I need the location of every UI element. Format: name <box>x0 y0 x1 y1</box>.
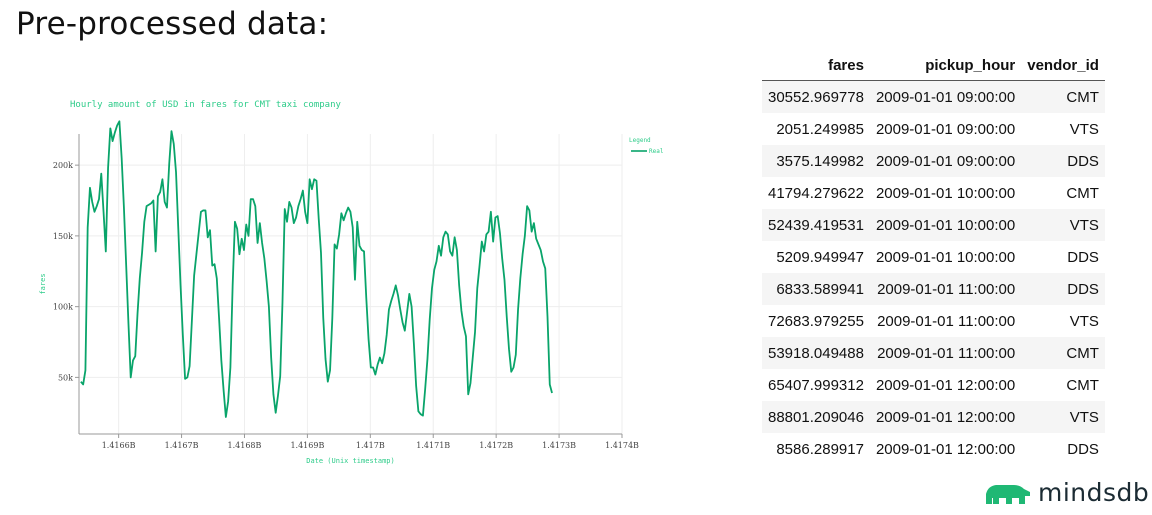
y-tick-label: 50k <box>58 373 73 382</box>
pickup-hour-cell: 2009-01-01 09:00:00 <box>875 120 1016 138</box>
table-row: 41794.279622 2009-01-01 10:00:00 CMT <box>762 177 1105 209</box>
vendor-id-cell: VTS <box>1069 216 1099 234</box>
preprocessed-data-table: fares pickup_hour vendor_id 30552.969778… <box>762 50 1105 465</box>
pickup-hour-cell: 2009-01-01 09:00:00 <box>875 88 1016 106</box>
bear-icon <box>986 484 1030 504</box>
table-row: 72683.979255 2009-01-01 11:00:00 VTS <box>762 305 1105 337</box>
vendor-id-cell: CMT <box>1066 376 1099 394</box>
x-tick-label: 1.4172B <box>479 441 513 450</box>
table-row: 30552.969778 2009-01-01 09:00:00 CMT <box>762 80 1105 113</box>
table-header-row: fares pickup_hour vendor_id <box>762 50 1105 81</box>
vendor-id-cell: VTS <box>1069 120 1099 138</box>
x-axis-label: Date (Unix timestamp) <box>306 457 395 465</box>
vendor-id-cell: VTS <box>1069 408 1099 426</box>
pickup-hour-cell: 2009-01-01 11:00:00 <box>877 312 1016 330</box>
table-row: 65407.999312 2009-01-01 12:00:00 CMT <box>762 369 1105 401</box>
chart-legend: Legend Real <box>629 137 664 155</box>
chart-canvas: Hourly amount of USD in fares for CMT ta… <box>39 100 664 465</box>
table-row: 5209.949947 2009-01-01 10:00:00 DDS <box>762 241 1105 273</box>
table-row: 53918.049488 2009-01-01 11:00:00 CMT <box>762 337 1105 369</box>
table-row: 3575.149982 2009-01-01 09:00:00 DDS <box>762 145 1105 177</box>
fares-cell: 53918.049488 <box>768 344 864 362</box>
table-body: 30552.969778 2009-01-01 09:00:00 CMT 2051.2… <box>762 80 1105 466</box>
pickup-hour-cell: 2009-01-01 09:00:00 <box>875 152 1016 170</box>
fares-cell: 72683.979255 <box>768 312 864 330</box>
pickup-hour-cell: 2009-01-01 10:00:00 <box>875 216 1016 234</box>
table-row: 88801.209046 2009-01-01 12:00:00 VTS <box>762 401 1105 433</box>
vendor-id-cell: DDS <box>1067 248 1099 266</box>
y-tick-label: 150k <box>53 232 73 241</box>
vendor-id-cell: DDS <box>1067 280 1099 298</box>
vendor-id-cell: CMT <box>1066 184 1099 202</box>
table-row: 52439.419531 2009-01-01 10:00:00 VTS <box>762 209 1105 241</box>
pickup-hour-cell: 2009-01-01 12:00:00 <box>875 440 1016 458</box>
table-row: 6833.589941 2009-01-01 11:00:00 DDS <box>762 273 1105 305</box>
table-row: 2051.249985 2009-01-01 09:00:00 VTS <box>762 113 1105 145</box>
pickup-hour-cell: 2009-01-01 12:00:00 <box>875 376 1016 394</box>
mindsdb-logo: mindsdb <box>984 478 1149 507</box>
fares-cell: 5209.949947 <box>776 248 864 266</box>
fares-cell: 65407.999312 <box>768 376 864 394</box>
fares-cell: 88801.209046 <box>768 408 864 426</box>
fares-cell: 3575.149982 <box>776 152 864 170</box>
pickup-hour-cell: 2009-01-01 11:00:00 <box>877 344 1016 362</box>
vendor-id-cell: CMT <box>1066 88 1099 106</box>
fares-cell: 6833.589941 <box>776 280 864 298</box>
x-tick-label: 1.4169B <box>290 441 324 450</box>
pickup-hour-cell: 2009-01-01 12:00:00 <box>875 408 1016 426</box>
vendor-id-cell: VTS <box>1069 312 1099 330</box>
x-tick-label: 1.4173B <box>542 441 576 450</box>
grid-lines <box>79 134 623 434</box>
vendor-id-cell: CMT <box>1066 344 1099 362</box>
fares-cell: 52439.419531 <box>768 216 864 234</box>
x-tick-label: 1.4166B <box>102 441 136 450</box>
y-tick-label: 200k <box>53 161 73 170</box>
fares-cell: 41794.279622 <box>768 184 864 202</box>
column-header-pickup-hour: pickup_hour <box>869 50 1022 81</box>
fares-cell: 8586.289917 <box>776 440 864 458</box>
table-row: 8586.289917 2009-01-01 12:00:00 DDS <box>762 433 1105 465</box>
legend-title: Legend <box>629 137 651 144</box>
logo-text: mindsdb <box>1038 478 1150 507</box>
fares-cell: 2051.249985 <box>776 120 864 138</box>
column-header-vendor-id: vendor_id <box>1021 50 1105 81</box>
axis-ticks: 1.4166B 1.4167B 1.4168B 1.4169B 1.417B 1.4171… <box>53 161 639 450</box>
x-tick-label: 1.4168B <box>228 441 262 450</box>
column-header-fares: fares <box>762 50 870 81</box>
chart-title: Hourly amount of USD in fares for CMT ta… <box>70 100 342 110</box>
y-tick-label: 100k <box>53 303 73 312</box>
pickup-hour-cell: 2009-01-01 11:00:00 <box>877 280 1016 298</box>
x-tick-label: 1.4171B <box>416 441 450 450</box>
x-tick-label: 1.4174B <box>605 441 639 450</box>
x-tick-label: 1.4167B <box>165 441 199 450</box>
fares-line-chart: Hourly amount of USD in fares for CMT ta… <box>0 0 700 515</box>
pickup-hour-cell: 2009-01-01 10:00:00 <box>875 248 1016 266</box>
legend-entry-real: Real <box>649 148 664 155</box>
vendor-id-cell: DDS <box>1067 152 1099 170</box>
vendor-id-cell: DDS <box>1067 440 1099 458</box>
x-tick-label: 1.417B <box>356 441 385 450</box>
fares-cell: 30552.969778 <box>768 88 864 106</box>
pickup-hour-cell: 2009-01-01 10:00:00 <box>875 184 1016 202</box>
y-axis-label: fares <box>39 273 47 294</box>
